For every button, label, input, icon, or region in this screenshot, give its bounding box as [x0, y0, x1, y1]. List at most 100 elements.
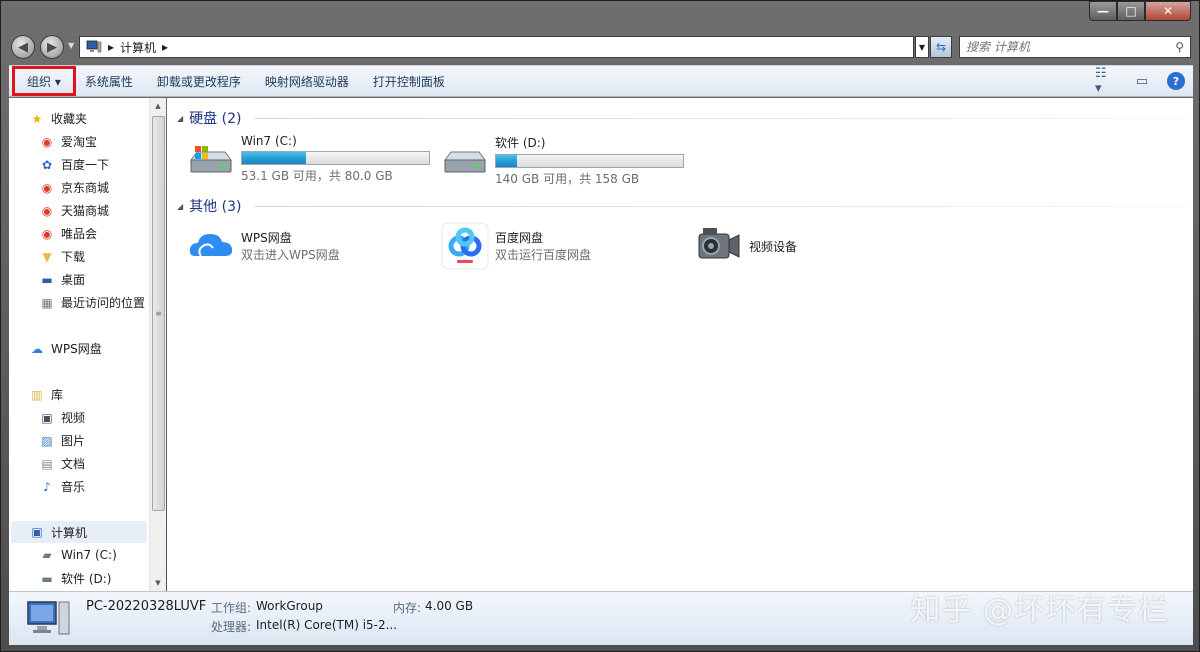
document-icon: ▤ [41, 456, 53, 471]
wps-cloud-icon [189, 234, 233, 257]
help-icon[interactable]: ? [1167, 72, 1185, 90]
desktop-icon: ▬ [41, 272, 53, 287]
scroll-thumb[interactable]: ≡ [152, 116, 165, 511]
navigation-scrollbar[interactable]: ▲ ≡ ▼ [149, 98, 166, 591]
nav-library-label: 库 [51, 388, 64, 402]
baidu-netdisk-item[interactable]: 百度网盘 双击运行百度网盘 [441, 222, 591, 270]
recent-pages-dropdown[interactable]: ▼ [68, 41, 74, 50]
toolbar-right: ☷ ▾ ▭ ? [1095, 66, 1185, 96]
drive-usage-fill [496, 155, 517, 167]
path-separator[interactable]: ▸ [108, 40, 114, 54]
chrome-icon: ◉ [41, 134, 53, 149]
star-icon: ★ [31, 111, 43, 126]
nav-lib-item[interactable]: ♪ 音乐 [39, 478, 85, 495]
recent-places-icon: ▦ [41, 295, 53, 310]
nav-lib-label: 视频 [61, 411, 86, 425]
wps-drive-item[interactable]: WPS网盘 双击进入WPS网盘 [187, 222, 340, 270]
scroll-down-arrow-icon[interactable]: ▼ [150, 575, 166, 591]
download-folder-icon: ▼ [42, 249, 52, 264]
open-control-panel-button[interactable]: 打开控制面板 [361, 69, 457, 93]
computer-icon: ▣ [31, 525, 43, 539]
nav-drive-item[interactable]: ▬ 软件 (D:) [39, 570, 111, 587]
chrome-icon: ◉ [41, 180, 53, 195]
cpu-value: Intel(R) Core(TM) i5-2... [256, 618, 398, 632]
content-pane: ◢ 硬盘 (2) Win7 (C:) 53.1 GB 可用，共 80.0 GB [167, 98, 1193, 591]
nav-fav-label: 唯品会 [61, 227, 98, 241]
group-divider [255, 205, 1187, 207]
video-device-item[interactable]: 视频设备 [695, 222, 797, 270]
nav-library[interactable]: ▥ 库 [29, 386, 63, 403]
nav-drive-label: 软件 (D:) [61, 572, 112, 586]
view-options-icon[interactable]: ☷ ▾ [1095, 66, 1117, 96]
video-device-name: 视频设备 [749, 239, 798, 254]
video-icon: ▣ [41, 410, 53, 425]
system-properties-button[interactable]: 系统属性 [73, 69, 145, 93]
nav-fav-item[interactable]: ◉ 爱淘宝 [39, 133, 97, 150]
nav-computer[interactable]: ▣ 计算机 [11, 521, 147, 543]
maximize-button[interactable]: □ [1117, 1, 1145, 21]
refresh-button[interactable]: ⇆ [930, 36, 952, 58]
workgroup-value: WorkGroup [256, 599, 323, 613]
preview-pane-icon[interactable]: ▭ [1131, 70, 1153, 92]
chrome-icon: ◉ [41, 226, 53, 241]
drive-item-c[interactable]: Win7 (C:) 53.1 GB 可用，共 80.0 GB [187, 134, 430, 184]
cpu-label: 处理器: [211, 620, 252, 634]
search-icon[interactable]: ⚲ [1175, 40, 1184, 54]
collapse-triangle-icon[interactable]: ◢ [177, 114, 183, 123]
memory-value: 4.00 GB [425, 599, 474, 613]
minimize-button[interactable]: — [1089, 1, 1117, 21]
nav-wps[interactable]: ☁ WPS网盘 [29, 340, 102, 357]
picture-icon: ▨ [41, 433, 53, 448]
map-network-drive-button[interactable]: 映射网络驱动器 [253, 69, 361, 93]
drive-free-space: 53.1 GB 可用，共 80.0 GB [241, 169, 393, 183]
collapse-triangle-icon[interactable]: ◢ [177, 202, 183, 211]
address-bar[interactable]: ▸ 计算机 ▸ [79, 36, 914, 58]
nav-lib-item[interactable]: ▨ 图片 [39, 432, 85, 449]
nav-fav-item[interactable]: ◉ 天猫商城 [39, 202, 109, 219]
command-bar: 组织 ▾ 系统属性 卸载或更改程序 映射网络驱动器 打开控制面板 ☷ ▾ ▭ ? [9, 65, 1193, 97]
nav-fav-label: 最近访问的位置 [61, 296, 146, 310]
other-group-header[interactable]: ◢ 其他 (3) [177, 196, 1187, 216]
address-dropdown[interactable]: ▼ [915, 36, 929, 58]
chrome-icon: ◉ [41, 203, 53, 218]
organize-button[interactable]: 组织 ▾ [12, 66, 76, 96]
breadcrumb-computer[interactable]: 计算机 [120, 39, 156, 56]
workgroup-label: 工作组: [211, 601, 252, 615]
drive-usage-fill [242, 152, 306, 164]
search-input[interactable] [966, 40, 1176, 54]
hdd-group-header[interactable]: ◢ 硬盘 (2) [177, 108, 1187, 128]
close-button[interactable]: ✕ [1145, 1, 1191, 21]
nav-fav-label: 京东商城 [61, 181, 110, 195]
forward-button[interactable]: ▶ [40, 35, 64, 59]
video-camera-icon [698, 228, 740, 259]
nav-fav-label: 下载 [61, 250, 86, 264]
nav-drive-item[interactable]: ▰ Win7 (C:) [39, 547, 116, 563]
nav-fav-item[interactable]: ◉ 京东商城 [39, 179, 109, 196]
baidu-netdisk-icon [441, 222, 489, 270]
search-box[interactable]: ⚲ [959, 36, 1191, 58]
uninstall-program-button[interactable]: 卸载或更改程序 [145, 69, 253, 93]
nav-fav-label: 天猫商城 [61, 204, 110, 218]
nav-lib-item[interactable]: ▤ 文档 [39, 455, 85, 472]
nav-fav-item[interactable]: ✿ 百度一下 [39, 156, 109, 173]
drive-name: 软件 (D:) [495, 136, 546, 150]
drive-icon [444, 151, 486, 173]
caption-buttons: — □ ✕ [1089, 1, 1191, 21]
nav-fav-item[interactable]: ▬ 桌面 [39, 271, 85, 288]
computer-icon [27, 601, 70, 635]
nav-fav-item[interactable]: ◉ 唯品会 [39, 225, 97, 242]
computer-icon [86, 40, 102, 53]
nav-favorites-label: 收藏夹 [51, 112, 88, 126]
back-button[interactable]: ◀ [11, 35, 35, 59]
nav-lib-label: 音乐 [61, 480, 86, 494]
drive-item-d[interactable]: 软件 (D:) 140 GB 可用，共 158 GB [441, 134, 684, 187]
wps-drive-subtitle: 双击进入WPS网盘 [241, 248, 340, 262]
path-separator-end[interactable]: ▸ [162, 40, 168, 54]
scroll-up-arrow-icon[interactable]: ▲ [150, 98, 166, 114]
nav-fav-item[interactable]: ▦ 最近访问的位置 [39, 294, 145, 311]
nav-fav-label: 百度一下 [61, 158, 110, 172]
nav-favorites[interactable]: ★ 收藏夹 [29, 110, 87, 127]
nav-lib-item[interactable]: ▣ 视频 [39, 409, 85, 426]
nav-fav-item[interactable]: ▼ 下载 [39, 248, 85, 265]
baidu-netdisk-subtitle: 双击运行百度网盘 [495, 248, 592, 262]
